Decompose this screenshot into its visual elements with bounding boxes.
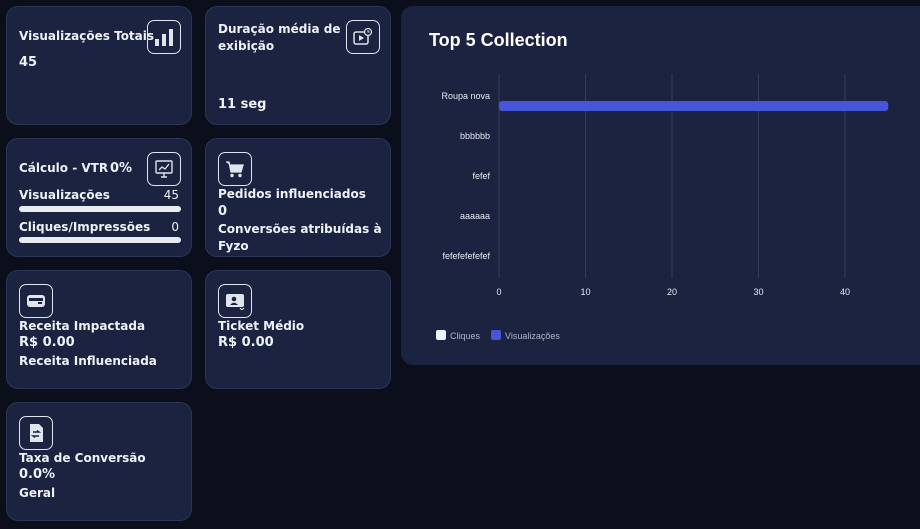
play-clock-icon: [346, 20, 380, 54]
category-label-3: aaaaaa: [460, 211, 490, 221]
revenue-value: R$ 0.00: [19, 335, 75, 350]
avg-duration-title-line1: Duração média de: [218, 22, 341, 36]
avg-duration-value: 11 seg: [218, 97, 267, 112]
revenue-subtitle: Receita Influenciada: [19, 354, 157, 368]
category-label-4: fefefefefefef: [442, 251, 490, 261]
category-label-2: fefef: [472, 171, 490, 181]
top5-bar-chart: 0 10 20 30 40 Roupa nova bbbbbb fefef aaaaaa fefe…: [436, 74, 889, 341]
vtr-clicks-label: Cliques/Impressões: [19, 220, 151, 234]
orders-subtitle: Conversões atribuídas à Fyzo: [218, 222, 382, 253]
vtr-clicks-value: 0: [171, 220, 179, 234]
vtr-percent: 0%: [110, 161, 133, 176]
card-conversion: Taxa de Conversão 0.0% Geral: [6, 402, 192, 521]
card-ticket: Ticket Médio R$ 0.00: [205, 270, 391, 389]
card-views-total: Visualizações Totais 45: [6, 6, 192, 125]
orders-title: Pedidos influenciados: [218, 187, 366, 201]
cart-icon: [218, 152, 252, 186]
legend-label-0: Cliques: [450, 331, 481, 341]
legend-label-1: Visualizações: [505, 331, 560, 341]
x-tick-label-20: 20: [667, 287, 677, 297]
category-label-1: bbbbbb: [460, 131, 490, 141]
x-tick-label-40: 40: [840, 287, 850, 297]
monitor-chart-icon: [147, 152, 181, 186]
chart-card-top5: Top 5 Collection 0 10 20 30 40 Roupa nova bbbb…: [401, 6, 920, 365]
card-revenue: Receita Impactada R$ 0.00 Receita Influe…: [6, 270, 192, 389]
vtr-title: Cálculo - VTR: [19, 161, 109, 175]
revenue-title: Receita Impactada: [19, 319, 146, 333]
orders-value: 0: [218, 204, 228, 219]
vtr-views-value: 45: [163, 188, 179, 202]
conversion-subtitle: Geral: [19, 486, 56, 500]
avg-duration-title: Duração média de exibição: [218, 21, 341, 55]
document-exchange-icon: [19, 416, 53, 450]
views-total-title: Visualizações Totais: [19, 29, 155, 43]
views-total-value: 45: [19, 55, 38, 70]
legend-swatch-1: [491, 330, 501, 340]
category-label-0: Roupa nova: [441, 91, 490, 101]
card-vtr: Cálculo - VTR 0% Visualizações 45 Clique…: [6, 138, 192, 257]
conversion-title: Taxa de Conversão: [19, 451, 146, 465]
bar-chart-icon: [147, 20, 181, 54]
wallet-icon: [19, 284, 53, 318]
x-tick-label-30: 30: [753, 287, 763, 297]
vtr-views-bar: [19, 206, 181, 212]
ticket-title: Ticket Médio: [218, 319, 305, 333]
x-tick-label-10: 10: [580, 287, 590, 297]
conversion-value: 0.0%: [19, 467, 56, 482]
vtr-clicks-bar: [19, 237, 181, 243]
vtr-views-label: Visualizações: [19, 188, 110, 202]
avg-duration-title-line2: exibição: [218, 39, 275, 53]
card-avg-duration: Duração média de exibição 11 seg: [205, 6, 391, 125]
ticket-value: R$ 0.00: [218, 335, 274, 350]
ticket-user-icon: [218, 284, 252, 318]
card-orders: Pedidos influenciados 0 Conversões atrib…: [205, 138, 391, 257]
legend-swatch-0: [436, 330, 446, 340]
bar-Visualizações-0: [499, 101, 889, 111]
x-tick-label-0: 0: [496, 287, 501, 297]
